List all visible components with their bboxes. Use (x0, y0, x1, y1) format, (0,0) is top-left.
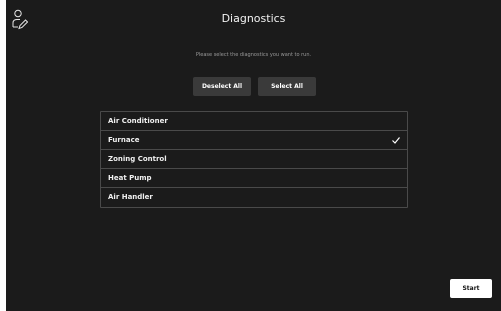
diagnostic-item-heat-pump[interactable]: Heat Pump (101, 169, 407, 188)
diagnostic-item-label: Heat Pump (108, 174, 152, 182)
deselect-all-button[interactable]: Deselect All (193, 77, 251, 96)
diagnostic-item-label: Air Conditioner (108, 117, 168, 125)
checkmark-icon (391, 131, 401, 149)
diagnostics-screen: Diagnostics Please select the diagnostic… (6, 0, 501, 311)
diagnostic-item-furnace[interactable]: Furnace (101, 131, 407, 150)
diagnostics-list: Air Conditioner Furnace Zoning Control H… (100, 111, 408, 208)
diagnostic-item-label: Furnace (108, 136, 140, 144)
diagnostic-item-air-handler[interactable]: Air Handler (101, 188, 407, 207)
select-all-button[interactable]: Select All (258, 77, 316, 96)
diagnostic-item-zoning-control[interactable]: Zoning Control (101, 150, 407, 169)
diagnostic-item-label: Air Handler (108, 193, 153, 201)
page-title: Diagnostics (221, 12, 286, 25)
start-button[interactable]: Start (450, 279, 492, 298)
diagnostic-item-air-conditioner[interactable]: Air Conditioner (101, 112, 407, 131)
instructions-text: Please select the diagnostics you want t… (195, 52, 312, 58)
diagnostic-item-label: Zoning Control (108, 155, 167, 163)
